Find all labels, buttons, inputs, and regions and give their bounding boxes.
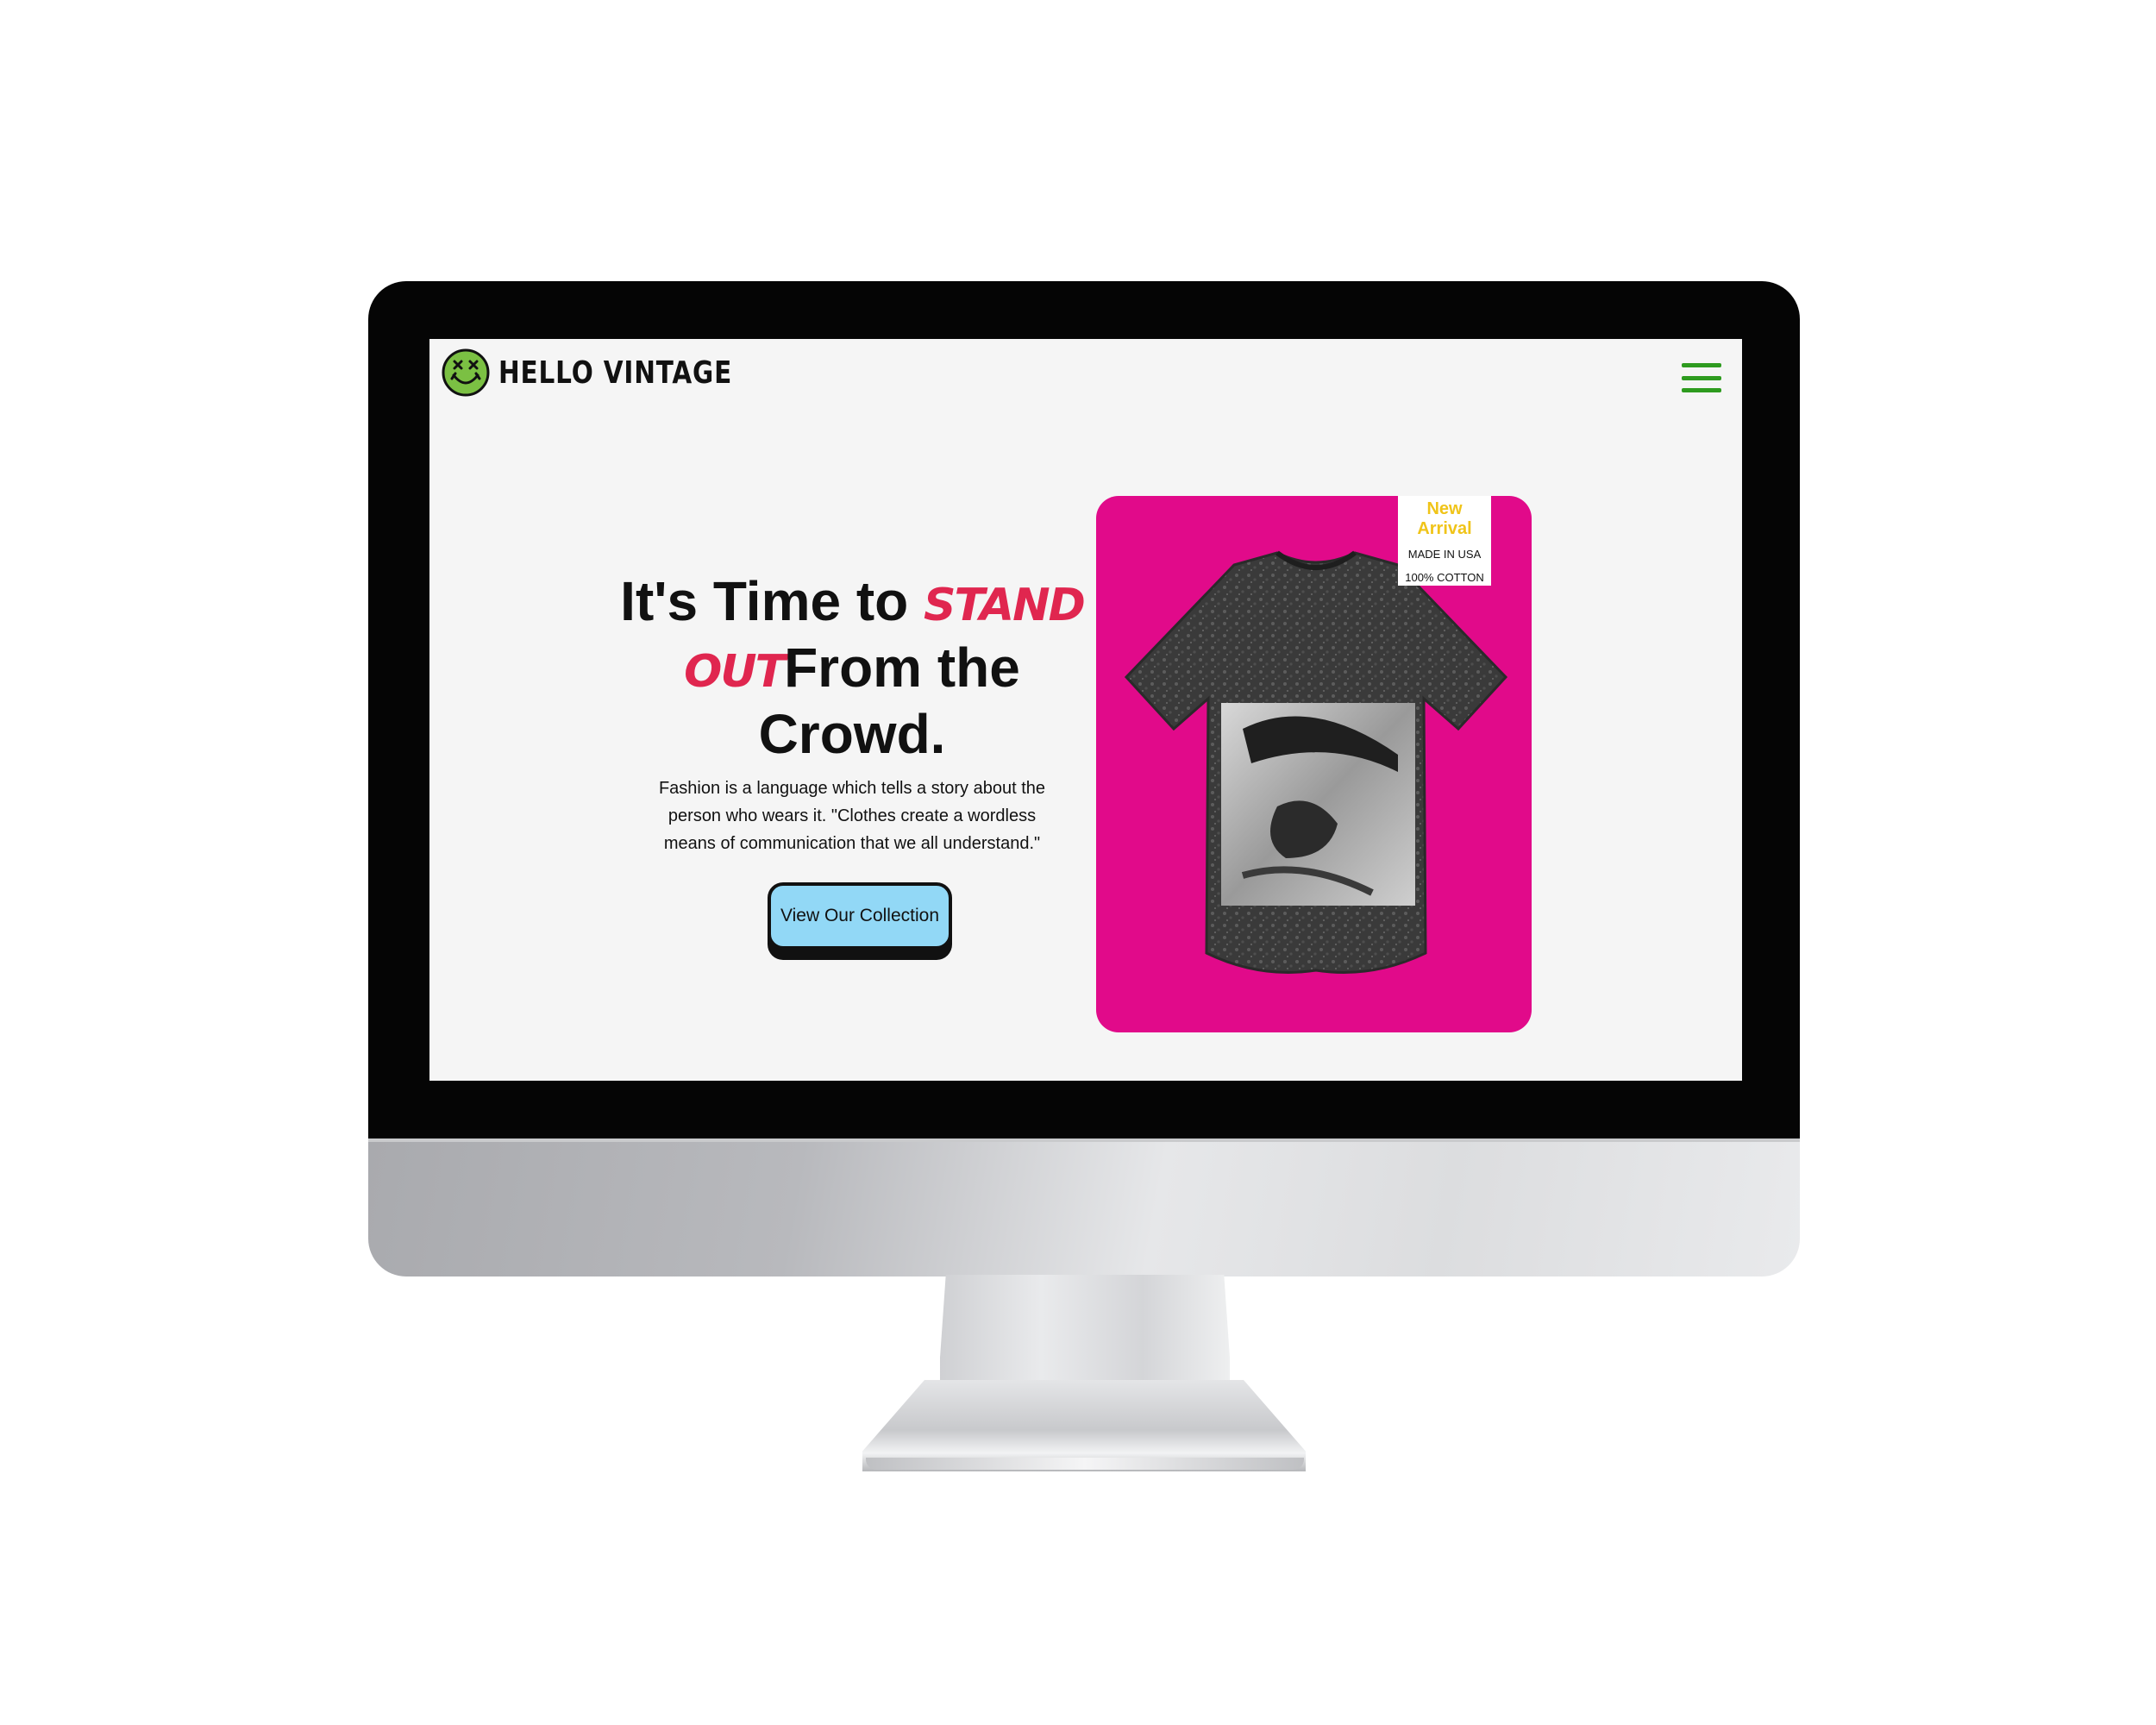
headline-part-2: From the Crowd. (758, 637, 1020, 765)
product-card[interactable]: New Arrival MADE IN USA 100% COTTON (1096, 496, 1532, 1032)
headline-accent-out: OUT (684, 646, 786, 698)
headline-accent-stand: STAND (924, 580, 1086, 631)
monitor-chin (368, 1138, 1800, 1276)
headline-part-1: It's Time to (620, 570, 909, 632)
brand-logo[interactable]: HELLO VINTAGE (442, 344, 784, 401)
monitor-stand-edge (866, 1458, 1304, 1470)
hamburger-menu-icon[interactable] (1682, 363, 1721, 392)
brand-name: HELLO VINTAGE (498, 354, 733, 391)
menu-bar (1682, 388, 1721, 392)
website-screen: HELLO VINTAGE It's Time to STAND OUTFrom… (429, 339, 1742, 1081)
new-arrival-tag: New Arrival MADE IN USA 100% COTTON (1398, 496, 1491, 586)
hero-description: Fashion is a language which tells a stor… (658, 779, 1046, 853)
menu-bar (1682, 363, 1721, 367)
tag-made-in: MADE IN USA (1407, 548, 1482, 561)
view-collection-button[interactable]: View Our Collection (768, 882, 952, 950)
cta-wrapper: View Our Collection (768, 882, 952, 960)
hero-headline: It's Time to STAND OUTFrom the Crowd. (611, 570, 1094, 765)
dizzy-smiley-face-icon (442, 348, 490, 397)
tag-material: 100% COTTON (1405, 571, 1484, 584)
tshirt-image (1124, 550, 1508, 974)
tag-title: New Arrival (1417, 499, 1472, 538)
menu-bar (1682, 375, 1721, 380)
